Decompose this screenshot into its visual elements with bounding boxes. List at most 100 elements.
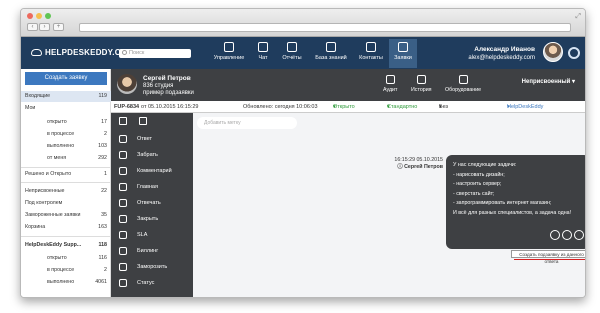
add-tag-input[interactable]: Добавить метку (197, 117, 297, 129)
sidebar-item-label: Неприсвоенные (25, 188, 65, 194)
edit-icon[interactable] (550, 229, 560, 240)
user-info[interactable]: Александр Иванов alex@helpdeskeddy.com (468, 46, 535, 62)
freeze-button[interactable]: Заморозить (111, 259, 193, 275)
search-icon (122, 50, 127, 55)
gear-icon[interactable] (568, 47, 580, 59)
take-button[interactable]: Забрать (111, 147, 193, 163)
reply-button[interactable]: Ответ (111, 131, 193, 147)
equipment-button[interactable]: Оборудование (445, 75, 481, 93)
sidebar-item-in-progress[interactable]: в процессе 2 (21, 129, 111, 140)
highlight-underline (514, 259, 585, 260)
nav-tickets[interactable]: Заявки (389, 39, 417, 68)
ticket-header: Сергей Петров 836 студия пример подзаявки … (111, 69, 585, 101)
sidebar-item-dept-in-progress[interactable]: в процессе 2 (21, 265, 111, 276)
mark-button[interactable]: Отвечать (111, 195, 193, 211)
thumbs-down-icon[interactable] (139, 117, 147, 125)
sidebar-item-label: в процессе (47, 267, 75, 273)
cloud-icon (31, 49, 42, 56)
knowledge-base-icon (326, 42, 336, 52)
comment-button[interactable]: Комментарий (111, 163, 193, 179)
nav-knowledge-base[interactable]: База знаний (309, 39, 353, 68)
nav-reports[interactable]: Отчёты (277, 39, 307, 68)
divider (21, 167, 111, 168)
sidebar-item-open[interactable]: открыто 17 (21, 117, 111, 128)
message-line: - запрограммировать интернет магазин; (453, 200, 552, 206)
app-header: HELPDESKEDDY.COM Поиск Управление Чат От… (21, 37, 585, 69)
type-dropdown[interactable]: Без типа ▾ (439, 101, 451, 122)
sidebar-item-dept-done[interactable]: выполнено 4061 (21, 277, 111, 288)
sidebar-item-mine[interactable]: Мои (21, 103, 111, 114)
nav-contacts[interactable]: Контакты (355, 39, 387, 68)
divider (21, 236, 111, 237)
forward-button[interactable]: › (39, 23, 50, 31)
nav-label: База знаний (315, 55, 347, 61)
message-actions (548, 229, 584, 245)
priority-dropdown[interactable]: Стандартно ▾ (387, 101, 417, 113)
sidebar-item-dept-open[interactable]: открыто 116 (21, 253, 111, 264)
sidebar-item-unassigned[interactable]: Неприсвоенные 22 (21, 186, 111, 197)
close-ticket-button[interactable]: Закрыть (111, 211, 193, 227)
sidebar-item-solved-open[interactable]: Решено и Открыто 1 (21, 169, 111, 180)
priority-value: Стандартно (387, 104, 418, 110)
assignee-dropdown[interactable]: Неприсвоенный ▾ (522, 78, 575, 85)
sla-button[interactable]: SLA (111, 227, 193, 243)
maximize-window-button[interactable] (45, 13, 51, 19)
sidebar-item-label: Мои (25, 105, 36, 111)
create-subticket-icon[interactable] (574, 229, 584, 240)
fullscreen-icon[interactable]: ⤢ (575, 13, 581, 21)
sidebar-item-trash[interactable]: Корзина 163 (21, 222, 111, 233)
reload-button[interactable]: + (53, 23, 64, 31)
action-label: Закрыть (137, 216, 159, 222)
status-button[interactable]: Статус (111, 275, 193, 291)
close-icon (119, 215, 127, 223)
sidebar-item-label: Корзина (25, 224, 46, 230)
sidebar-item-count: 35 (101, 212, 107, 218)
search-input[interactable]: Поиск (119, 49, 191, 58)
audit-button[interactable]: Аудит (383, 75, 397, 93)
close-window-button[interactable] (27, 13, 33, 19)
sidebar-item-count: 17 (101, 119, 107, 125)
url-bar[interactable] (79, 23, 571, 32)
nav-chat[interactable]: Чат (251, 39, 275, 68)
chat-icon (258, 42, 268, 52)
new-ticket-button[interactable]: Создать заявку (25, 72, 107, 85)
client-name: Сергей Петров (143, 75, 191, 82)
billing-button[interactable]: Биллинг (111, 243, 193, 259)
sidebar-item-count: 103 (98, 143, 107, 149)
sidebar-item-frozen[interactable]: Замороженные заявки 35 (21, 210, 111, 221)
back-button[interactable]: ‹ (27, 23, 38, 31)
department-dropdown[interactable]: HelpDeskEddy Support ▾ (507, 101, 543, 122)
sidebar-item-count: 22 (101, 188, 107, 194)
tool-label: Оборудование (445, 87, 482, 93)
sidebar-item-watched[interactable]: Под контролем (21, 198, 111, 209)
minimize-window-button[interactable] (36, 13, 42, 19)
tool-label: Аудит (383, 87, 398, 93)
sidebar-item-label: HelpDeskEddy Supp... (25, 242, 82, 248)
action-label: Отвечать (137, 200, 161, 206)
state-dropdown[interactable]: Открыто ▾ (333, 101, 355, 113)
search-placeholder: Поиск (129, 50, 145, 56)
sidebar-item-count: 4061 (95, 279, 107, 285)
avatar[interactable] (117, 74, 137, 94)
user-email: alex@helpdeskeddy.com (468, 55, 535, 61)
client-note: пример подзаявки (143, 90, 194, 96)
message-line: - настроить сервер; (453, 181, 502, 187)
link-icon[interactable] (562, 229, 572, 240)
conversation-area: Добавить метку 16:15:29 05.10.2015 ⓘ Серг… (193, 113, 585, 297)
sidebar-item-from-me[interactable]: от меня 292 (21, 153, 111, 164)
message-bubble: У нас следующие задачи: - нарисовать диз… (446, 155, 585, 249)
history-button[interactable]: История (411, 75, 432, 93)
snowflake-icon (119, 263, 127, 271)
sidebar-item-label: выполнено (47, 143, 75, 149)
sidebar-item-inbox[interactable]: Входящие 119 (21, 91, 111, 102)
sidebar-item-done[interactable]: выполнено 103 (21, 141, 111, 152)
main-button[interactable]: Главная (111, 179, 193, 195)
avatar[interactable] (543, 42, 563, 62)
ticket-id: FUP-6834 (114, 104, 140, 110)
sidebar-item-count: 1 (104, 171, 107, 177)
client-info[interactable]: Сергей Петров 836 студия пример подзаявки (143, 75, 194, 97)
sidebar-item-department[interactable]: HelpDeskEddy Supp... 118 (21, 240, 111, 251)
sidebar-item-count: 2 (104, 267, 107, 273)
nav-dashboard[interactable]: Управление (209, 39, 249, 68)
thumbs-up-icon[interactable] (119, 117, 127, 125)
